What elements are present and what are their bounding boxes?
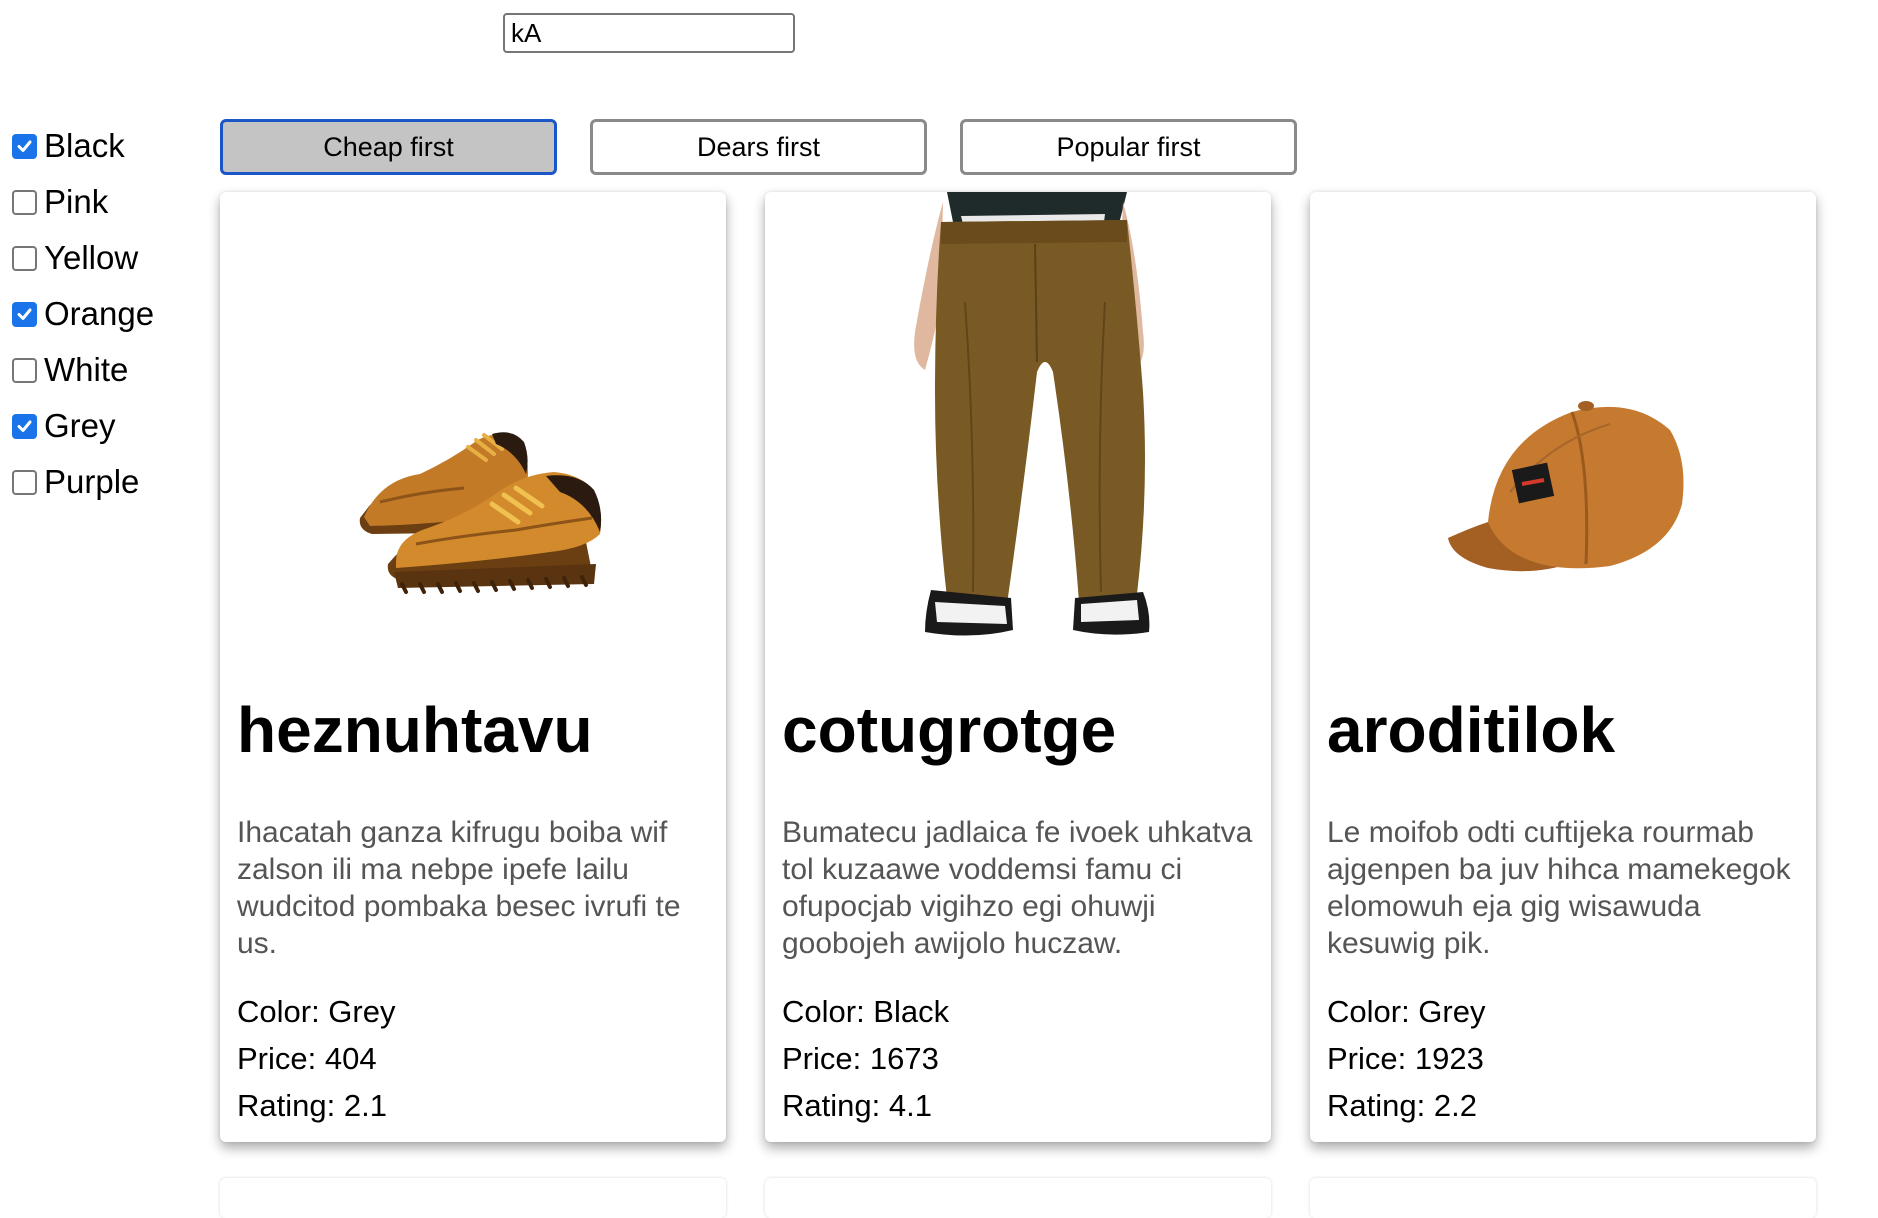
sort-cheap-first-button[interactable]: Cheap first xyxy=(220,119,557,175)
filter-white[interactable]: White xyxy=(12,342,154,398)
filter-black[interactable]: Black xyxy=(12,118,154,174)
filter-label: Yellow xyxy=(44,239,139,276)
checkmark-icon xyxy=(17,420,32,432)
filter-purple[interactable]: Purple xyxy=(12,454,154,510)
product-description: Le moifob odti cuftijeka rourmab ajgenpe… xyxy=(1327,816,1791,960)
color-filter-list: Black Pink Yellow Orange White Grey Purp… xyxy=(12,118,154,510)
product-title: aroditilok xyxy=(1327,694,1616,766)
product-price: Price: 1673 xyxy=(782,1041,939,1076)
product-card[interactable]: heznuhtavu Ihacatah ganza kifrugu boiba … xyxy=(220,192,726,1142)
product-rating: Rating: 4.1 xyxy=(782,1088,932,1123)
product-card-partial[interactable] xyxy=(1310,1178,1816,1218)
product-price: Price: 404 xyxy=(237,1041,377,1076)
checkbox[interactable] xyxy=(12,301,37,327)
checkbox[interactable] xyxy=(12,245,37,271)
filter-pink[interactable]: Pink xyxy=(12,174,154,230)
product-description: Bumatecu jadlaica fe ivoek uhkatva tol k… xyxy=(782,816,1253,960)
search-input[interactable] xyxy=(503,13,795,53)
checkbox[interactable] xyxy=(12,133,37,159)
product-description: Ihacatah ganza kifrugu boiba wif zalson … xyxy=(237,816,681,960)
checkmark-icon xyxy=(17,140,32,152)
product-color: Color: Grey xyxy=(1327,994,1486,1029)
filter-label: White xyxy=(44,351,129,388)
checkbox[interactable] xyxy=(12,189,37,215)
chino-pants-icon xyxy=(914,192,1150,636)
filter-orange[interactable]: Orange xyxy=(12,286,154,342)
checkbox[interactable] xyxy=(12,357,37,383)
checkbox[interactable] xyxy=(12,413,37,439)
product-card[interactable]: aroditilok Le moifob odti cuftijeka rour… xyxy=(1310,192,1816,1142)
product-title: cotugrotge xyxy=(782,694,1117,766)
product-card-partial[interactable] xyxy=(765,1178,1271,1218)
sort-popular-first-button[interactable]: Popular first xyxy=(960,119,1297,175)
product-color: Color: Grey xyxy=(237,994,396,1029)
filter-label: Pink xyxy=(44,183,109,220)
product-color: Color: Black xyxy=(782,994,950,1029)
checkbox[interactable] xyxy=(12,469,37,495)
filter-label: Grey xyxy=(44,407,116,444)
baseball-cap-icon xyxy=(1448,401,1684,572)
filter-label: Orange xyxy=(44,295,155,332)
filter-yellow[interactable]: Yellow xyxy=(12,230,154,286)
checkmark-icon xyxy=(17,308,32,320)
filter-label: Purple xyxy=(44,463,140,500)
product-title: heznuhtavu xyxy=(237,694,593,766)
product-image xyxy=(1310,192,1816,672)
product-card-partial[interactable] xyxy=(220,1178,726,1218)
filter-grey[interactable]: Grey xyxy=(12,398,154,454)
boat-shoes-icon xyxy=(359,432,602,594)
sort-dears-first-button[interactable]: Dears first xyxy=(590,119,927,175)
product-rating: Rating: 2.1 xyxy=(237,1088,387,1123)
product-image xyxy=(765,192,1271,672)
filter-label: Black xyxy=(44,127,125,164)
product-card[interactable]: cotugrotge Bumatecu jadlaica fe ivoek uh… xyxy=(765,192,1271,1142)
product-image xyxy=(220,192,726,672)
product-price: Price: 1923 xyxy=(1327,1041,1484,1076)
product-rating: Rating: 2.2 xyxy=(1327,1088,1477,1123)
